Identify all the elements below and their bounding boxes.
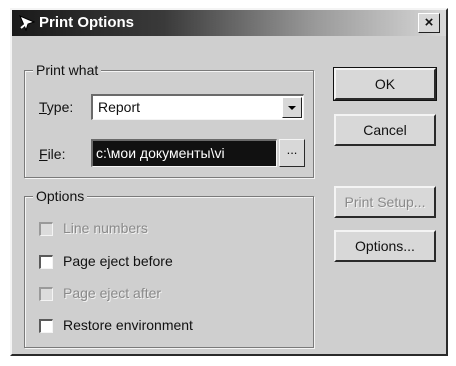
page-eject-after-checkbox[interactable] <box>39 287 53 301</box>
title-bar[interactable]: Print Options × <box>12 10 446 36</box>
options-group: Options Line numbers Page eject before P… <box>24 188 314 348</box>
close-icon: × <box>424 14 434 31</box>
restore-environment-label: Restore environment <box>63 317 193 333</box>
cancel-button[interactable]: Cancel <box>334 114 436 146</box>
ok-button[interactable]: OK <box>333 67 437 101</box>
options-group-label: Options <box>33 188 88 204</box>
type-select-value: Report <box>98 99 141 115</box>
dialog-title: Print Options <box>39 14 134 31</box>
file-input[interactable]: c:\мои документы\vi <box>91 139 277 167</box>
page-eject-before-label: Page eject before <box>63 253 173 269</box>
print-what-group-label: Print what <box>33 62 102 78</box>
print-setup-button[interactable]: Print Setup... <box>334 186 436 218</box>
chevron-down-icon <box>288 106 296 110</box>
file-label: File: <box>39 146 66 162</box>
type-select[interactable]: Report <box>91 94 304 120</box>
print-what-group: Print what Type: Report File: c:\мои док… <box>24 62 314 178</box>
line-numbers-label: Line numbers <box>63 220 148 236</box>
page-eject-before-checkbox[interactable] <box>39 255 53 269</box>
file-input-value: c:\мои документы\vi <box>96 145 225 161</box>
cursor-arrow-icon <box>19 15 36 32</box>
close-button[interactable]: × <box>418 13 440 33</box>
options-button[interactable]: Options... <box>334 230 436 262</box>
print-options-dialog: Print Options × Print what Type: Report … <box>10 8 448 356</box>
type-label: Type: <box>39 99 74 115</box>
browse-button[interactable]: ... <box>279 139 305 167</box>
restore-environment-checkbox[interactable] <box>39 319 53 333</box>
type-dropdown-button[interactable] <box>282 97 302 118</box>
line-numbers-checkbox[interactable] <box>39 222 53 236</box>
page-eject-after-label: Page eject after <box>63 285 162 301</box>
